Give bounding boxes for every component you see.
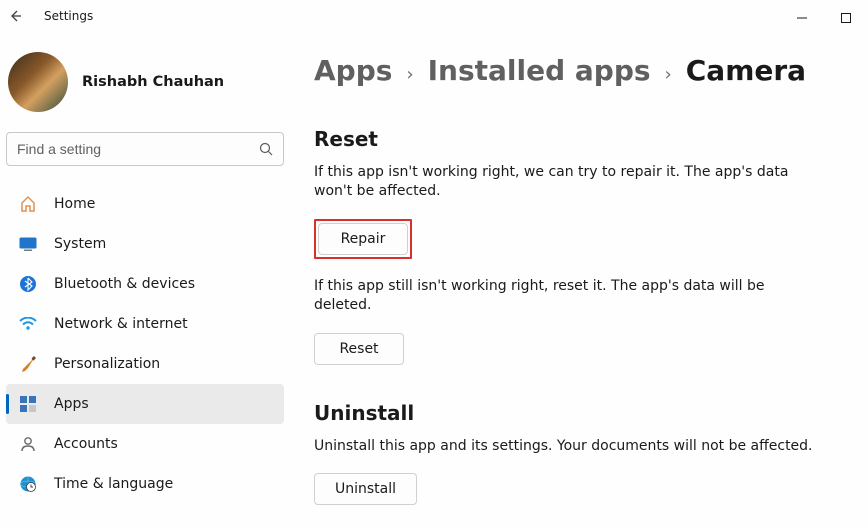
search-icon bbox=[259, 142, 273, 156]
back-button[interactable] bbox=[8, 9, 40, 23]
bluetooth-icon bbox=[18, 274, 38, 294]
nav-list: Home System Bluetooth & devices Network … bbox=[6, 184, 284, 504]
profile[interactable]: Rishabh Chauhan bbox=[6, 40, 284, 132]
repair-button[interactable]: Repair bbox=[318, 223, 408, 255]
uninstall-heading: Uninstall bbox=[314, 401, 844, 425]
search-input[interactable] bbox=[17, 141, 259, 157]
window-title: Settings bbox=[44, 9, 93, 23]
system-icon bbox=[18, 234, 38, 254]
main-content: Apps › Installed apps › Camera Reset If … bbox=[290, 32, 868, 526]
nav-home[interactable]: Home bbox=[6, 184, 284, 224]
nav-system[interactable]: System bbox=[6, 224, 284, 264]
brush-icon bbox=[18, 354, 38, 374]
nav-bluetooth[interactable]: Bluetooth & devices bbox=[6, 264, 284, 304]
uninstall-description: Uninstall this app and its settings. You… bbox=[314, 437, 814, 456]
reset-heading: Reset bbox=[314, 127, 844, 151]
titlebar: Settings bbox=[0, 0, 868, 32]
wifi-icon bbox=[18, 314, 38, 334]
person-icon bbox=[18, 434, 38, 454]
nav-time[interactable]: Time & language bbox=[6, 464, 284, 504]
repair-highlight: Repair bbox=[314, 219, 412, 259]
nav-label: Time & language bbox=[54, 476, 173, 492]
nav-label: Accounts bbox=[54, 436, 118, 452]
clock-globe-icon bbox=[18, 474, 38, 494]
reset-button[interactable]: Reset bbox=[314, 333, 404, 365]
user-name: Rishabh Chauhan bbox=[82, 74, 224, 90]
window-controls bbox=[780, 4, 868, 32]
maximize-button[interactable] bbox=[824, 4, 868, 32]
uninstall-button[interactable]: Uninstall bbox=[314, 473, 417, 505]
home-icon bbox=[18, 194, 38, 214]
reset-description: If this app still isn't working right, r… bbox=[314, 277, 814, 315]
breadcrumb-current: Camera bbox=[686, 54, 806, 87]
nav-accounts[interactable]: Accounts bbox=[6, 424, 284, 464]
nav-personalization[interactable]: Personalization bbox=[6, 344, 284, 384]
nav-label: Network & internet bbox=[54, 316, 188, 332]
chevron-right-icon: › bbox=[406, 64, 413, 85]
nav-label: Apps bbox=[54, 396, 89, 412]
breadcrumb: Apps › Installed apps › Camera bbox=[314, 54, 844, 87]
breadcrumb-installed[interactable]: Installed apps bbox=[428, 54, 651, 87]
chevron-right-icon: › bbox=[665, 64, 672, 85]
minimize-button[interactable] bbox=[780, 4, 824, 32]
nav-label: Personalization bbox=[54, 356, 160, 372]
nav-label: Home bbox=[54, 196, 95, 212]
nav-apps[interactable]: Apps bbox=[6, 384, 284, 424]
nav-label: Bluetooth & devices bbox=[54, 276, 195, 292]
repair-description: If this app isn't working right, we can … bbox=[314, 163, 814, 201]
apps-icon bbox=[18, 394, 38, 414]
avatar bbox=[8, 52, 68, 112]
breadcrumb-apps[interactable]: Apps bbox=[314, 54, 392, 87]
sidebar: Rishabh Chauhan Home System Bluetooth & … bbox=[0, 32, 290, 526]
nav-label: System bbox=[54, 236, 106, 252]
search-box[interactable] bbox=[6, 132, 284, 166]
nav-network[interactable]: Network & internet bbox=[6, 304, 284, 344]
